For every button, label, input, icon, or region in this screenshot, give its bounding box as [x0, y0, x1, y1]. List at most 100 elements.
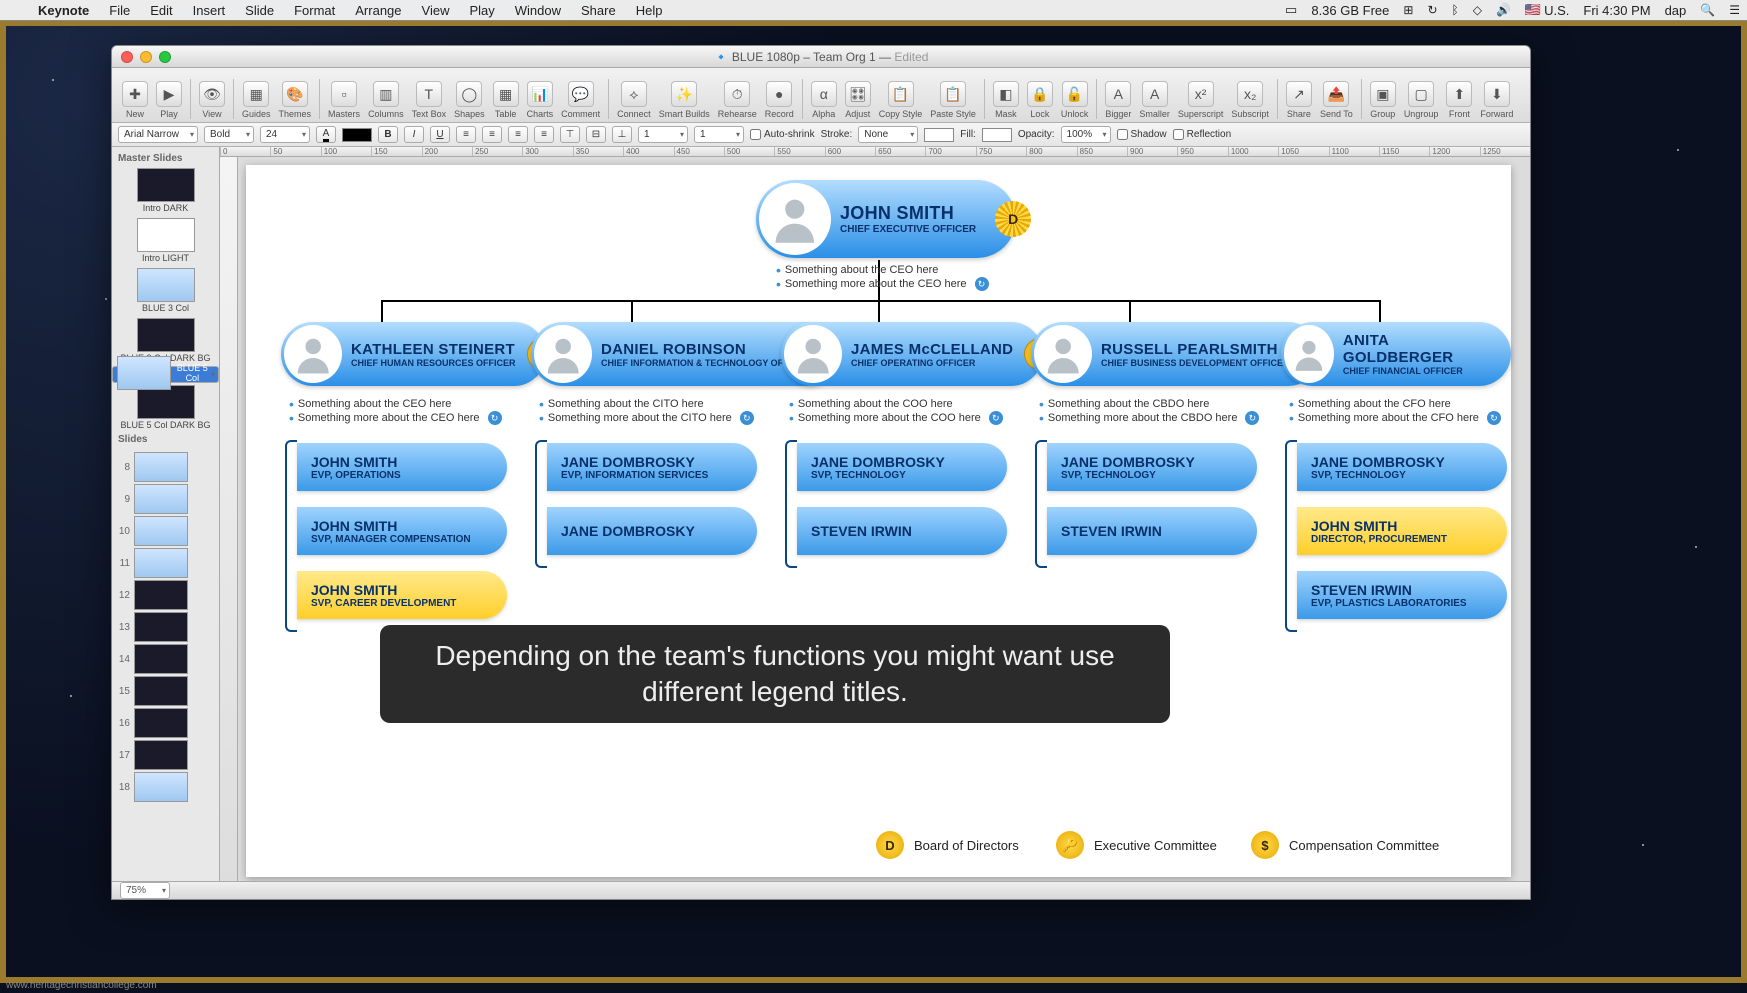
fill-color[interactable] [982, 128, 1012, 142]
stroke-select[interactable]: None [858, 126, 918, 143]
sub-card[interactable]: JANE DOMBROSKYEVP, INFORMATION SERVICES [547, 443, 757, 491]
master-slide-selected[interactable]: BLUE 5 Col [112, 366, 219, 383]
master-slide[interactable]: Intro LIGHT [112, 216, 219, 266]
menu-share[interactable]: Share [571, 3, 626, 18]
slide-thumb[interactable]: 11 [112, 547, 219, 579]
bg-color-swatch[interactable] [342, 128, 372, 142]
time-machine-icon[interactable]: ↻ [1420, 3, 1444, 17]
align-justify-button[interactable]: ≡ [534, 126, 554, 143]
sub-card[interactable]: JOHN SMITHDIRECTOR, PROCUREMENT [1297, 507, 1507, 555]
toolbar-columns[interactable]: ▥Columns [364, 81, 408, 119]
sub-card[interactable]: JANE DOMBROSKYSVP, TECHNOLOGY [1047, 443, 1257, 491]
valign-top-button[interactable]: ⊤ [560, 126, 580, 143]
valign-middle-button[interactable]: ⊟ [586, 126, 606, 143]
bold-button[interactable]: B [378, 126, 398, 143]
notification-icon[interactable]: ☰ [1722, 3, 1747, 17]
spacing-select[interactable]: 1 [694, 126, 744, 143]
screen-icon[interactable]: ▭ [1278, 2, 1304, 18]
toolbar-view[interactable]: 👁View [195, 81, 229, 119]
menu-slide[interactable]: Slide [235, 3, 284, 18]
volume-icon[interactable]: 🔊 [1489, 3, 1518, 17]
sub-card[interactable]: JOHN SMITHEVP, OPERATIONS [297, 443, 507, 491]
shadow-checkbox[interactable]: Shadow [1117, 129, 1167, 140]
menu-window[interactable]: Window [505, 3, 571, 18]
sub-card[interactable]: JOHN SMITHSVP, MANAGER COMPENSATION [297, 507, 507, 555]
slide-thumb[interactable]: 18 [112, 771, 219, 803]
zoom-select[interactable]: 75% [120, 882, 170, 899]
italic-button[interactable]: I [404, 126, 424, 143]
toolbar-connect[interactable]: ⟡Connect [613, 81, 655, 119]
sub-card[interactable]: JANE DOMBROSKYSVP, TECHNOLOGY [797, 443, 1007, 491]
slide-thumb[interactable]: 10 [112, 515, 219, 547]
align-left-button[interactable]: ≡ [456, 126, 476, 143]
toolbar-text-box[interactable]: TText Box [408, 81, 451, 119]
user-menu[interactable]: dap [1658, 3, 1694, 18]
toolbar-lock[interactable]: 🔒Lock [1023, 81, 1057, 119]
toolbar-bigger[interactable]: ABigger [1101, 81, 1135, 119]
toolbar-forward[interactable]: ⬇Forward [1476, 81, 1517, 119]
font-size-select[interactable]: 24 [260, 126, 310, 143]
toolbar-unlock[interactable]: 🔓Unlock [1057, 81, 1093, 119]
master-slide[interactable]: Intro DARK [112, 166, 219, 216]
menu-play[interactable]: Play [459, 3, 504, 18]
toolbar-guides[interactable]: ▦Guides [238, 81, 275, 119]
window-titlebar[interactable]: 🔹 BLUE 1080p – Team Org 1 — Edited [112, 46, 1530, 68]
toolbar-shapes[interactable]: ◯Shapes [450, 81, 489, 119]
toolbar-group[interactable]: ▣Group [1366, 81, 1400, 119]
clock[interactable]: Fri 4:30 PM [1576, 3, 1657, 18]
slide-thumb[interactable]: 12 [112, 579, 219, 611]
toolbar-play[interactable]: ▶Play [152, 81, 186, 119]
toolbar-share[interactable]: ↗Share [1282, 81, 1316, 119]
slide-thumb[interactable]: 13 [112, 611, 219, 643]
slide-thumb[interactable]: 8 [112, 451, 219, 483]
slide-thumb[interactable]: 14 [112, 643, 219, 675]
toolbar-mask[interactable]: ◧Mask [989, 81, 1023, 119]
slide-thumb[interactable]: 16 [112, 707, 219, 739]
menu-view[interactable]: View [412, 3, 460, 18]
stroke-color[interactable] [924, 128, 954, 142]
sub-card[interactable]: JOHN SMITHSVP, CAREER DEVELOPMENT [297, 571, 507, 619]
menu-arrange[interactable]: Arrange [345, 3, 411, 18]
sub-card[interactable]: STEVEN IRWIN [1047, 507, 1257, 555]
toolbar-comment[interactable]: 💬Comment [557, 81, 604, 119]
toolbar-smart-builds[interactable]: ✨Smart Builds [655, 81, 714, 119]
sub-card[interactable]: JANE DOMBROSKYSVP, TECHNOLOGY [1297, 443, 1507, 491]
toolbar-new[interactable]: ✚New [118, 81, 152, 119]
zoom-button[interactable] [159, 51, 171, 63]
vertical-ruler[interactable] [220, 157, 238, 881]
dept-card[interactable]: RUSSELL PEARLSMITHCHIEF BUSINESS DEVELOP… [1031, 322, 1320, 386]
toolbar-send-to[interactable]: 📤Send To [1316, 81, 1357, 119]
toolbar-rehearse[interactable]: ⏱Rehearse [714, 81, 761, 119]
dept-card[interactable]: ANITA GOLDBERGERCHIEF FINANCIAL OFFICER [1281, 322, 1511, 386]
menu-help[interactable]: Help [626, 3, 673, 18]
slide-thumb[interactable]: 17 [112, 739, 219, 771]
spotlight-icon[interactable]: 🔍 [1693, 3, 1722, 17]
autoshrink-checkbox[interactable]: Auto-shrink [750, 129, 815, 140]
slide-canvas[interactable]: JOHN SMITHCHIEF EXECUTIVE OFFICER D •Som… [246, 165, 1511, 877]
app-name[interactable]: Keynote [28, 3, 99, 18]
valign-bottom-button[interactable]: ⊥ [612, 126, 632, 143]
toolbar-alpha[interactable]: αAlpha [807, 81, 841, 119]
menu-insert[interactable]: Insert [183, 3, 236, 18]
master-slide[interactable]: BLUE 3 Col [112, 266, 219, 316]
toolbar-table[interactable]: ▦Table [489, 81, 523, 119]
input-locale[interactable]: 🇺🇸U.S. [1518, 2, 1576, 18]
toolbar-charts[interactable]: 📊Charts [523, 81, 558, 119]
close-button[interactable] [121, 51, 133, 63]
dept-card[interactable]: KATHLEEN STEINERTCHIEF HUMAN RESOURCES O… [281, 322, 546, 386]
toolbar-ungroup[interactable]: ▢Ungroup [1400, 81, 1443, 119]
align-right-button[interactable]: ≡ [508, 126, 528, 143]
align-center-button[interactable]: ≡ [482, 126, 502, 143]
toolbar-smaller[interactable]: ASmaller [1135, 81, 1174, 119]
sub-card[interactable]: STEVEN IRWINEVP, PLASTICS LABORATORIES [1297, 571, 1507, 619]
dept-card[interactable]: JAMES McCLELLANDCHIEF OPERATING OFFICER🔑 [781, 322, 1043, 386]
slide-thumb[interactable]: 9 [112, 483, 219, 515]
bluetooth-icon[interactable]: ᛒ [1445, 3, 1466, 17]
toolbar-subscript[interactable]: x₂Subscript [1227, 81, 1273, 119]
reflection-checkbox[interactable]: Reflection [1173, 129, 1231, 140]
toolbar-superscript[interactable]: x²Superscript [1174, 81, 1228, 119]
toolbar-front[interactable]: ⬆Front [1442, 81, 1476, 119]
font-color-button[interactable]: A [316, 126, 336, 143]
menu-format[interactable]: Format [284, 3, 345, 18]
slide-scrollview[interactable]: JOHN SMITHCHIEF EXECUTIVE OFFICER D •Som… [238, 157, 1530, 881]
